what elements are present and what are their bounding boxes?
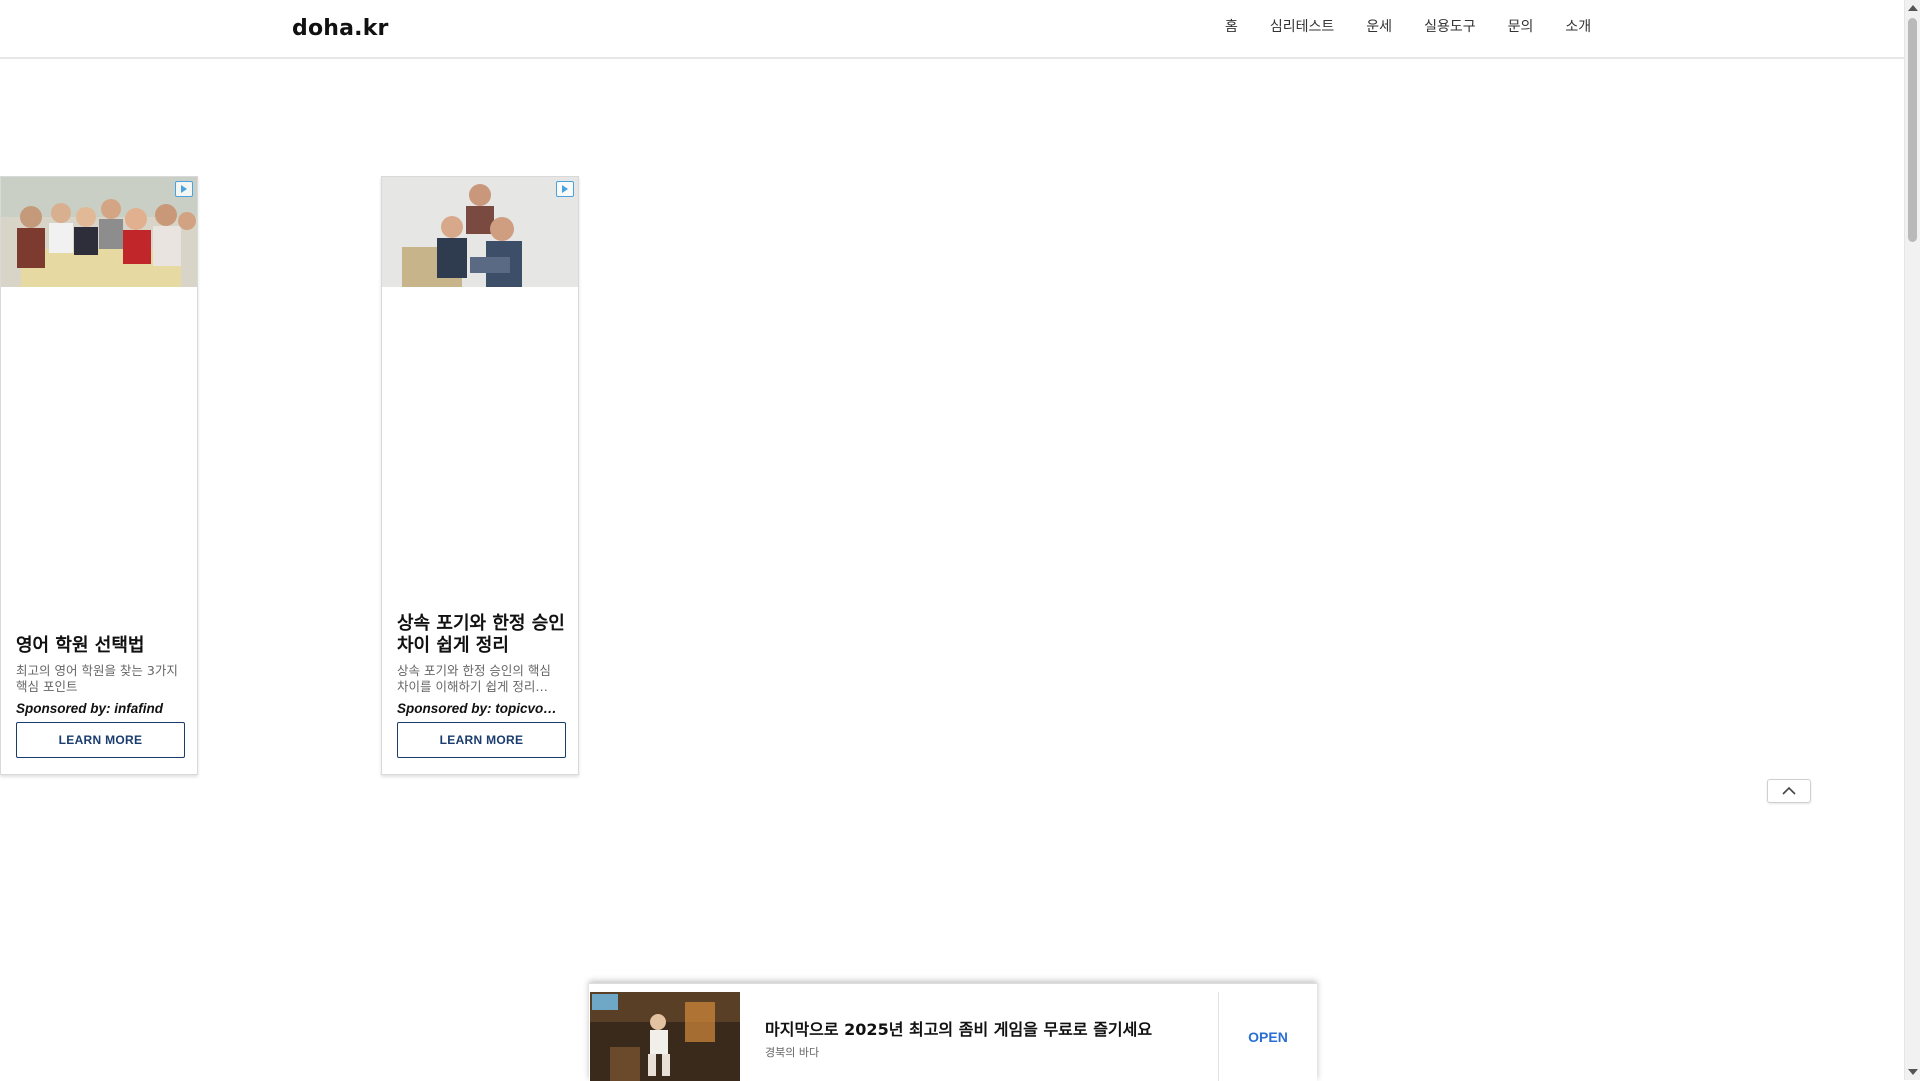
- ad-image[interactable]: [382, 177, 578, 287]
- ad-source: 경북의 바다: [765, 1046, 820, 1059]
- ad-headline[interactable]: 마지막으로 2025년 최고의 좀비 게임을 무료로 즐기세요: [765, 1016, 1152, 1040]
- nav-item-tools[interactable]: 실용도구: [1424, 16, 1476, 36]
- nav-item-about[interactable]: 소개: [1565, 16, 1591, 36]
- bottom-banner-ad[interactable]: 마지막으로 2025년 최고의 좀비 게임을 무료로 즐기세요 경북의 바다 O…: [589, 983, 1317, 1081]
- scroll-down-arrow-icon[interactable]: [1908, 1069, 1918, 1075]
- learn-more-button[interactable]: LEARN MORE: [16, 722, 185, 758]
- ad-description: 최고의 영어 학원을 찾는 3가지 핵심 포인트: [16, 663, 178, 694]
- main-nav: 홈 심리테스트 운세 실용도구 문의 소개: [1225, 16, 1591, 36]
- site-logo[interactable]: doha.kr: [292, 16, 389, 41]
- page-scrollbar[interactable]: [1904, 0, 1920, 1080]
- adchoices-icon[interactable]: [175, 181, 193, 197]
- ad-title[interactable]: 영어 학원 선택법: [16, 635, 185, 657]
- ad-sponsor: Sponsored by: infafind: [16, 701, 163, 716]
- open-button[interactable]: OPEN: [1219, 992, 1317, 1081]
- ad-image[interactable]: [1, 177, 197, 287]
- chevron-up-icon: [1782, 786, 1796, 795]
- nav-item-psych-test[interactable]: 심리테스트: [1270, 16, 1334, 36]
- ad-content: 상속 포기와 한정 승인 차이 쉽게 정리 상속 포기와 한정 승인의 핵심 차…: [397, 613, 566, 774]
- scrollbar-thumb[interactable]: [1908, 18, 1917, 242]
- ad-content: 영어 학원 선택법 최고의 영어 학원을 찾는 3가지 핵심 포인트 Spons…: [16, 635, 185, 774]
- ad-title[interactable]: 상속 포기와 한정 승인 차이 쉽게 정리: [397, 613, 566, 657]
- nav-item-fortune[interactable]: 운세: [1366, 16, 1392, 36]
- ad-description: 상속 포기와 한정 승인의 핵심 차이를 이해하기 쉽게 정리…: [397, 663, 551, 694]
- adchoices-icon[interactable]: [556, 181, 574, 197]
- learn-more-button[interactable]: LEARN MORE: [397, 722, 566, 758]
- ad-card[interactable]: 상속 포기와 한정 승인 차이 쉽게 정리 상속 포기와 한정 승인의 핵심 차…: [381, 176, 579, 775]
- ad-thumbnail[interactable]: [590, 992, 740, 1081]
- scroll-to-top-button[interactable]: [1767, 779, 1811, 803]
- ad-card[interactable]: 영어 학원 선택법 최고의 영어 학원을 찾는 3가지 핵심 포인트 Spons…: [0, 176, 198, 775]
- ad-sponsor: Sponsored by: topicvo…: [397, 701, 557, 716]
- site-header: doha.kr 홈 심리테스트 운세 실용도구 문의 소개: [0, 0, 1904, 59]
- scroll-up-arrow-icon[interactable]: [1908, 5, 1918, 11]
- nav-item-home[interactable]: 홈: [1225, 16, 1238, 36]
- nav-item-contact[interactable]: 문의: [1508, 16, 1534, 36]
